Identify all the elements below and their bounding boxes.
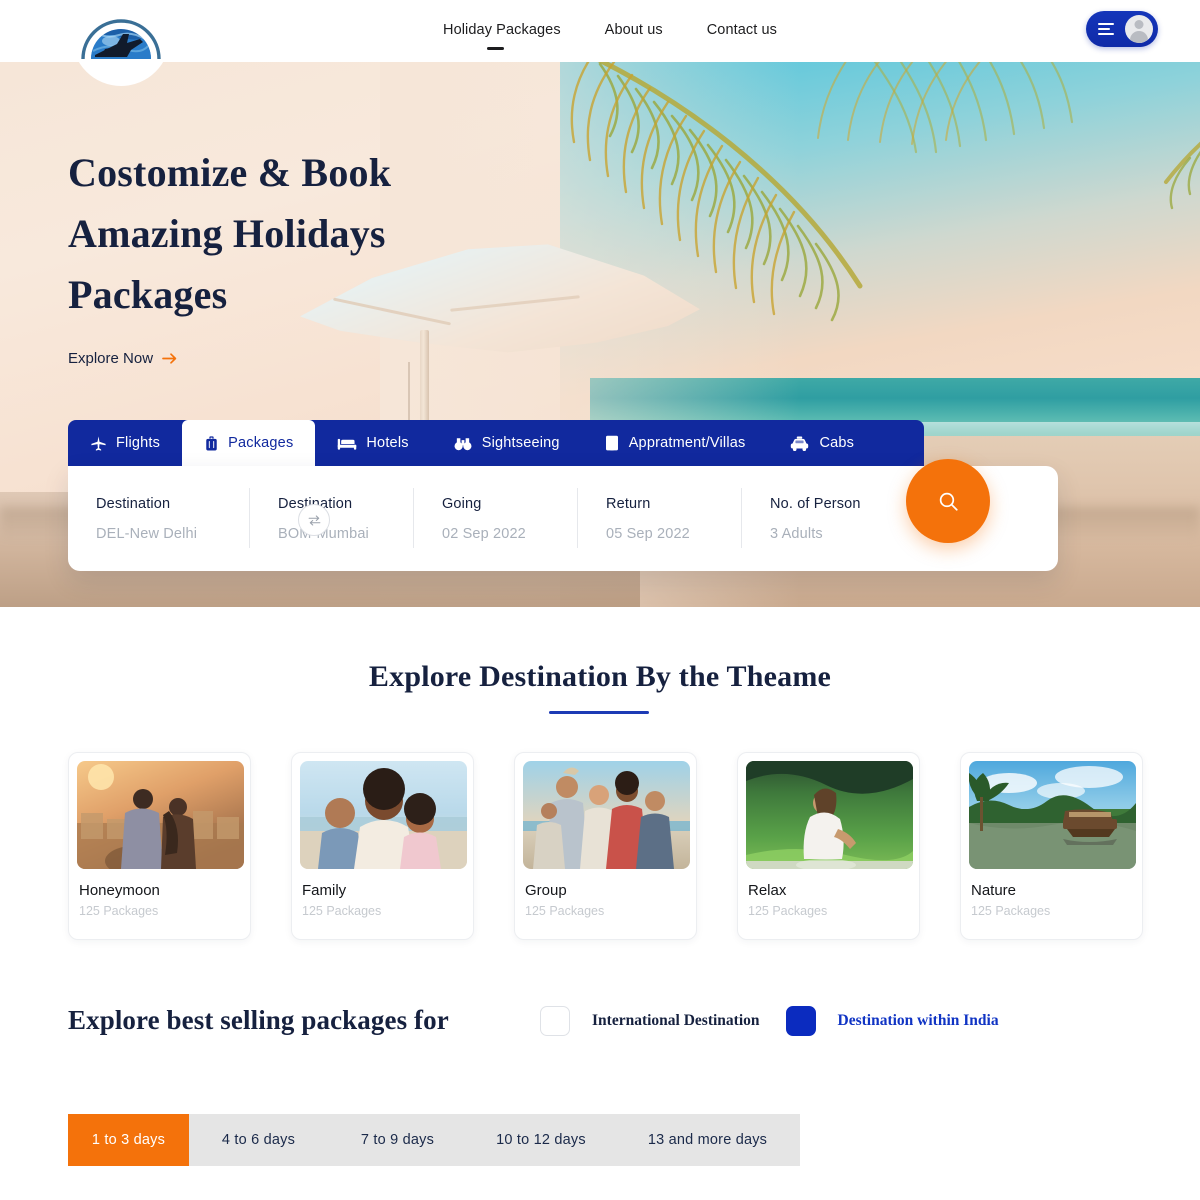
theme-count: 125 Packages xyxy=(748,904,828,918)
duration-tab-1-to-3-days[interactable]: 1 to 3 days xyxy=(68,1114,189,1166)
theme-card-nature[interactable]: Nature 125 Packages xyxy=(960,752,1143,940)
search-category-tabs: Flights Packages Hotels Sightseeing Appr… xyxy=(68,420,924,466)
tab-cabs[interactable]: Cabs xyxy=(767,420,876,466)
tab-packages[interactable]: Packages xyxy=(182,420,316,466)
hero-heading-line-3: Packages xyxy=(68,272,228,317)
suitcase-icon xyxy=(206,435,217,450)
binoculars-icon xyxy=(454,437,472,450)
field-going-label: Going xyxy=(442,495,482,512)
tab-apartment-villas-label: Appratment/Villas xyxy=(628,435,746,451)
globe-airplane-logo-icon xyxy=(81,19,161,59)
theme-card-relax[interactable]: Relax 125 Packages xyxy=(737,752,920,940)
search-submit-button[interactable] xyxy=(906,459,990,543)
field-origin-destination[interactable]: Destination DEL-New Delhi xyxy=(68,466,250,571)
field-going-value: 02 Sep 2022 xyxy=(442,525,526,542)
nav-item-contact-us[interactable]: Contact us xyxy=(707,22,777,40)
nav-item-about-us[interactable]: About us xyxy=(605,22,663,40)
field-return-label: Return xyxy=(606,495,651,512)
tab-packages-label: Packages xyxy=(228,435,294,451)
themes-title-underline xyxy=(549,711,649,714)
theme-name: Relax xyxy=(748,882,787,899)
hero-copy: Costomize & Book Amazing Holidays Packag… xyxy=(68,142,391,367)
duration-tab-4-to-6-days[interactable]: 4 to 6 days xyxy=(189,1114,328,1166)
option-destination-within-india[interactable]: Destination within India xyxy=(785,1006,999,1036)
option-international-destination[interactable]: International Destination xyxy=(540,1006,760,1036)
tab-sightseeing[interactable]: Sightseeing xyxy=(431,420,582,466)
theme-name: Honeymoon xyxy=(79,882,160,899)
search-widget: Flights Packages Hotels Sightseeing Appr… xyxy=(68,420,1058,571)
explore-now-label: Explore Now xyxy=(68,350,154,367)
theme-count: 125 Packages xyxy=(971,904,1051,918)
nav-item-holiday-packages[interactable]: Holiday Packages xyxy=(443,22,561,50)
field-persons-value: 3 Adults xyxy=(770,525,823,542)
bed-icon xyxy=(338,438,357,450)
tab-hotels[interactable]: Hotels xyxy=(315,420,430,466)
destination-scope-options: International Destination Destination wi… xyxy=(540,1006,999,1036)
theme-card-honeymoon[interactable]: Honeymoon 125 Packages xyxy=(68,752,251,940)
destination-within-india-label: Destination within India xyxy=(837,1012,999,1029)
international-destination-label: International Destination xyxy=(592,1012,760,1029)
field-persons-label: No. of Person xyxy=(770,495,861,512)
duration-filter-tabs: 1 to 3 days 4 to 6 days 7 to 9 days 10 t… xyxy=(68,1114,800,1166)
theme-card-group[interactable]: Group 125 Packages xyxy=(514,752,697,940)
theme-card-list: Honeymoon 125 Packages Family 125 Packag… xyxy=(68,752,1143,940)
field-arrival-destination[interactable]: Destination BOM-Mumbai xyxy=(250,466,414,571)
account-menu-button[interactable] xyxy=(1086,11,1158,47)
theme-count: 125 Packages xyxy=(525,904,605,918)
tab-cabs-label: Cabs xyxy=(819,435,855,451)
field-going-date[interactable]: Going 02 Sep 2022 xyxy=(414,466,578,571)
theme-name: Nature xyxy=(971,882,1017,899)
swap-destinations-button[interactable] xyxy=(298,504,330,536)
theme-count: 125 Packages xyxy=(302,904,382,918)
tab-sightseeing-label: Sightseeing xyxy=(481,435,560,451)
relax-image xyxy=(746,761,913,869)
nature-image xyxy=(969,761,1136,869)
field-number-of-persons[interactable]: No. of Person 3 Adults xyxy=(742,466,922,571)
building-icon xyxy=(605,435,618,451)
tab-flights[interactable]: Flights xyxy=(68,420,182,466)
field-origin-value: DEL-New Delhi xyxy=(96,525,198,542)
field-origin-label: Destination xyxy=(96,495,171,512)
airplane-icon xyxy=(91,435,106,451)
international-destination-checkbox[interactable] xyxy=(540,1006,570,1036)
theme-name: Group xyxy=(525,882,567,899)
search-panel: Destination DEL-New Delhi Destination BO… xyxy=(68,459,1058,571)
user-avatar-icon xyxy=(1125,15,1153,43)
arrow-right-icon xyxy=(162,353,177,364)
tab-hotels-label: Hotels xyxy=(366,435,409,451)
group-image xyxy=(523,761,690,869)
best-selling-title: Explore best selling packages for xyxy=(68,1005,449,1035)
hero-heading-line-2: Amazing Holidays xyxy=(68,211,386,256)
field-arrival-label: Destination xyxy=(278,496,414,512)
tab-apartment-villas[interactable]: Appratment/Villas xyxy=(582,420,768,466)
hamburger-menu-icon xyxy=(1098,22,1114,36)
duration-tab-10-to-12-days[interactable]: 10 to 12 days xyxy=(467,1114,615,1166)
duration-tab-7-to-9-days[interactable]: 7 to 9 days xyxy=(328,1114,467,1166)
main-navigation: Holiday Packages About us Contact us xyxy=(443,0,777,62)
field-arrival-value: BOM-Mumbai xyxy=(278,525,369,542)
explore-now-link[interactable]: Explore Now xyxy=(68,350,391,367)
family-image xyxy=(300,761,467,869)
theme-card-family[interactable]: Family 125 Packages xyxy=(291,752,474,940)
themes-section-title: Explore Destination By the Theame xyxy=(368,660,832,693)
honeymoon-image xyxy=(77,761,244,869)
duration-tab-13-and-more-days[interactable]: 13 and more days xyxy=(615,1114,800,1166)
swap-arrows-icon xyxy=(308,514,320,526)
taxi-icon xyxy=(791,435,809,451)
theme-name: Family xyxy=(302,882,347,899)
theme-count: 125 Packages xyxy=(79,904,159,918)
hero-heading-line-1: Costomize & Book xyxy=(68,150,392,195)
search-icon xyxy=(939,492,958,511)
field-return-value: 05 Sep 2022 xyxy=(606,525,690,542)
field-return-date[interactable]: Return 05 Sep 2022 xyxy=(578,466,742,571)
tab-flights-label: Flights xyxy=(116,435,161,451)
destination-within-india-checkbox[interactable] xyxy=(785,1006,816,1036)
travel-booking-page: Costomize & Book Amazing Holidays Packag… xyxy=(0,0,1200,1200)
